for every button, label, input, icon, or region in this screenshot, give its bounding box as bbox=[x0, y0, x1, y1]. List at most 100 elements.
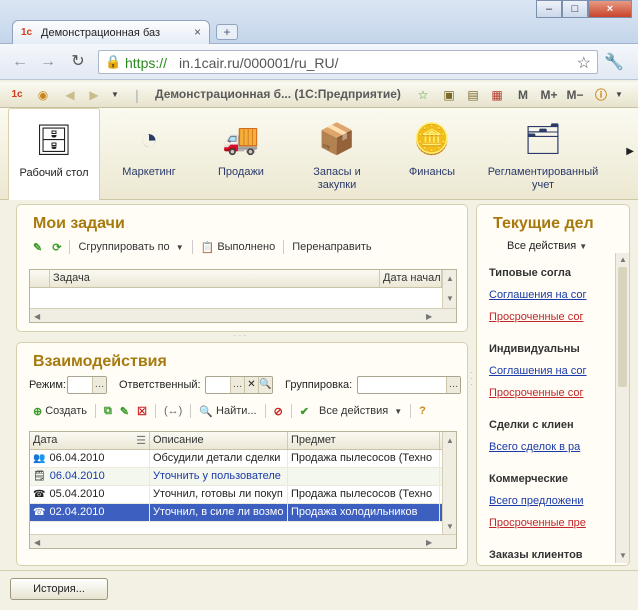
scroll-down-icon[interactable]: ▼ bbox=[446, 522, 454, 531]
clear-icon[interactable]: ✕ bbox=[244, 377, 258, 393]
section-sales[interactable]: 🚚 Продажи bbox=[200, 108, 282, 200]
section-inventory[interactable]: 📦 Запасы и закупки bbox=[294, 108, 380, 200]
dropdown-icon[interactable]: … bbox=[446, 377, 460, 393]
links-icon[interactable]: (↔) bbox=[162, 405, 184, 417]
scroll-right-icon[interactable]: ▶ bbox=[426, 312, 432, 321]
m-minus-button[interactable]: M− bbox=[564, 86, 586, 104]
scroll-left-icon[interactable]: ◀ bbox=[34, 538, 40, 547]
edit-icon[interactable]: ✎ bbox=[31, 241, 44, 254]
affairs-link[interactable]: Всего предложени bbox=[489, 495, 584, 507]
copy-icon[interactable]: ⧉ bbox=[102, 405, 114, 418]
section-desktop[interactable]: 🗄 Рабочий стол bbox=[8, 108, 100, 200]
history-button[interactable]: История... bbox=[10, 578, 108, 600]
affairs-link[interactable]: Просроченные пре bbox=[489, 517, 586, 529]
vertical-splitter[interactable]: · · · bbox=[470, 369, 474, 394]
address-bar[interactable]: 🔒 https:// in.1cair.ru/000001/ru_RU/ ☆ bbox=[98, 50, 598, 74]
redirect-button[interactable]: Перенаправить bbox=[290, 241, 373, 253]
tasks-panel: Мои задачи ✎ ⟳ Сгруппировать по ▼ 📋 Выполн… bbox=[16, 204, 468, 332]
filter-icon[interactable]: ☰ bbox=[136, 434, 146, 447]
interaction-row[interactable]: 🗒 06.04.2010 Уточнить у пользователе bbox=[30, 468, 456, 486]
edit-icon[interactable]: ✎ bbox=[118, 405, 131, 418]
current-affairs-scrollbar[interactable]: ▲ ▼ bbox=[615, 253, 629, 563]
refresh-icon[interactable]: ⟳ bbox=[50, 241, 63, 254]
interaction-row[interactable]: 👥 06.04.2010 Обсудили детали сделки Продажа… bbox=[30, 450, 456, 468]
column-header-date[interactable]: Дата ☰ bbox=[30, 432, 150, 449]
maximize-button[interactable]: □ bbox=[562, 0, 588, 18]
interactions-vertical-scrollbar[interactable]: ▲ ▼ bbox=[442, 432, 456, 536]
group-by-button[interactable]: Сгруппировать по ▼ bbox=[76, 241, 185, 253]
column-header-subject[interactable]: Предмет bbox=[288, 432, 440, 449]
column-header-description[interactable]: Описание bbox=[150, 432, 288, 449]
forward-nav-icon[interactable]: ▶ bbox=[86, 86, 102, 104]
documents-icon: 🗂 bbox=[523, 123, 563, 156]
new-tab-button[interactable]: + bbox=[216, 24, 238, 40]
1c-logo-icon[interactable]: 1c bbox=[8, 86, 26, 104]
scroll-right-icon[interactable]: ▶ bbox=[426, 538, 432, 547]
link-icon[interactable]: ▣ bbox=[440, 86, 458, 104]
scroll-down-icon[interactable]: ▼ bbox=[619, 551, 627, 560]
lock-icon: 🔒 bbox=[105, 54, 122, 69]
affairs-link[interactable]: Просроченные сог bbox=[489, 311, 583, 323]
find-button[interactable]: 🔍 Найти... bbox=[197, 405, 258, 418]
section-regulated[interactable]: 🗂 Регламентированный учет bbox=[478, 108, 608, 200]
app-toolbar: 1c ◉ ◀ ▶ ▼ | Демонстрационная б... (1С:П… bbox=[0, 82, 638, 108]
scroll-up-icon[interactable]: ▲ bbox=[446, 436, 454, 445]
dropdown-icon[interactable]: … bbox=[92, 377, 106, 393]
main-menu-icon[interactable]: ◉ bbox=[34, 86, 52, 104]
affairs-link[interactable]: Соглашения на сог bbox=[489, 365, 587, 377]
favorites-add-icon[interactable]: ☆ bbox=[414, 86, 432, 104]
m-button[interactable]: M bbox=[514, 86, 532, 104]
tasks-vertical-scrollbar[interactable]: ▲ ▼ bbox=[442, 270, 456, 310]
minimize-button[interactable]: – bbox=[536, 0, 562, 18]
forward-icon[interactable]: → bbox=[38, 52, 58, 72]
back-icon[interactable]: ← bbox=[10, 52, 30, 72]
scroll-up-icon[interactable]: ▲ bbox=[446, 274, 454, 283]
print-icon[interactable]: ▤ bbox=[464, 86, 482, 104]
affairs-link[interactable]: Просроченные сог bbox=[489, 387, 583, 399]
cancel-search-icon[interactable]: ⊘ bbox=[272, 405, 285, 418]
affairs-link[interactable]: Всего сделок в ра bbox=[489, 441, 580, 453]
browser-tab[interactable]: 1c Демонстрационная баз × bbox=[12, 20, 210, 44]
scrollbar-thumb[interactable] bbox=[618, 267, 627, 387]
interactions-horizontal-scrollbar[interactable]: ◀ ▶ bbox=[30, 534, 456, 548]
scroll-up-icon[interactable]: ▲ bbox=[619, 255, 627, 264]
filter-responsible-select[interactable]: … ✕ 🔍 bbox=[205, 376, 273, 394]
filter-mode-select[interactable]: … bbox=[67, 376, 107, 394]
close-tab-icon[interactable]: × bbox=[194, 25, 201, 39]
section-marketing[interactable]: ◔ Маркетинг bbox=[108, 108, 190, 200]
affairs-link[interactable]: Соглашения на сог bbox=[489, 289, 587, 301]
history-dropdown-icon[interactable]: ▼ bbox=[110, 86, 120, 104]
close-window-button[interactable]: × bbox=[588, 0, 632, 18]
interaction-row[interactable]: ☎ 05.04.2010 Уточнил, готовы ли покуп Прода… bbox=[30, 486, 456, 504]
info-icon[interactable]: ⓘ bbox=[592, 86, 610, 104]
panel-splitter[interactable]: · · · bbox=[228, 332, 252, 340]
delete-icon[interactable]: ☒ bbox=[135, 405, 149, 418]
interaction-subject bbox=[288, 468, 440, 485]
scroll-left-icon[interactable]: ◀ bbox=[34, 312, 40, 321]
choose-icon[interactable]: … bbox=[230, 377, 244, 393]
scroll-right-icon[interactable]: ▶ bbox=[626, 146, 634, 157]
done-button[interactable]: 📋 Выполнено bbox=[199, 241, 278, 254]
truck-icon: 🚚 bbox=[222, 123, 260, 156]
search-icon[interactable]: 🔍 bbox=[258, 377, 272, 393]
create-button[interactable]: ⊕ Создать bbox=[31, 405, 89, 418]
calendar-icon[interactable]: ▦ bbox=[488, 86, 506, 104]
column-header-start-date[interactable]: Дата начал bbox=[380, 270, 442, 287]
interaction-row[interactable]: ☎ 02.04.2010 Уточнил, в силе ли возмо Прода… bbox=[30, 504, 456, 522]
m-plus-button[interactable]: M+ bbox=[538, 86, 560, 104]
info-dropdown-icon[interactable]: ▼ bbox=[614, 86, 624, 104]
scroll-down-icon[interactable]: ▼ bbox=[446, 294, 454, 303]
column-header-task[interactable]: Задача bbox=[50, 270, 380, 287]
current-affairs-all-actions[interactable]: Все действия ▼ bbox=[507, 240, 587, 252]
checkmark-icon[interactable]: ✔ bbox=[298, 405, 311, 418]
filter-grouping-select[interactable]: … bbox=[357, 376, 461, 394]
all-actions-button[interactable]: Все действия ▼ bbox=[317, 405, 404, 417]
bookmark-star-icon[interactable]: ☆ bbox=[577, 53, 591, 73]
help-icon[interactable]: ? bbox=[417, 405, 428, 417]
back-nav-icon[interactable]: ◀ bbox=[62, 86, 78, 104]
wrench-icon[interactable]: 🔧 bbox=[604, 52, 624, 72]
sections-panel: 🗄 Рабочий стол ◔ Маркетинг 🚚 Продажи 📦 З… bbox=[0, 108, 638, 200]
section-finance[interactable]: 🪙 Финансы bbox=[392, 108, 472, 200]
reload-icon[interactable]: ↻ bbox=[68, 52, 88, 72]
tasks-horizontal-scrollbar[interactable]: ◀ ▶ bbox=[30, 308, 456, 322]
